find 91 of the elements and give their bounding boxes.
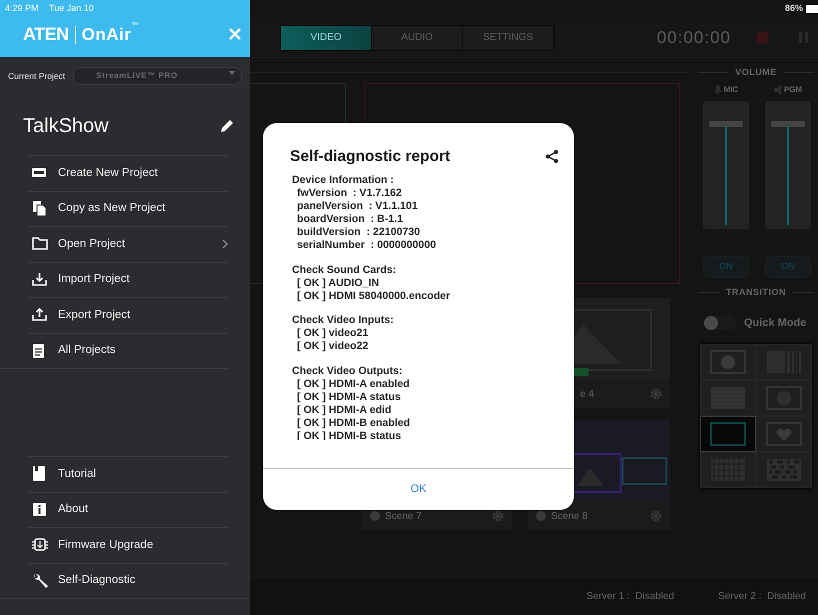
battery-icon [806, 5, 818, 13]
menu-item[interactable]: All Projects [28, 332, 228, 368]
transition-option[interactable] [700, 416, 756, 452]
current-project-label: Current Project [8, 70, 66, 82]
volume-heading: VOLUME [698, 66, 814, 80]
menu-item[interactable]: Create New Project [28, 155, 228, 190]
settings-icon [650, 510, 662, 522]
transition-option[interactable] [700, 380, 756, 416]
microphone-icon [714, 84, 722, 94]
section-heading: Device Information : [292, 174, 395, 188]
close-button[interactable] [228, 27, 242, 41]
transition-option[interactable] [700, 344, 756, 380]
export-icon [32, 307, 48, 324]
settings-icon [650, 388, 662, 400]
report-line: [ OK ] HDMI-A enabled [296, 378, 411, 391]
scene-name: e 4 [580, 388, 595, 402]
menu-item[interactable]: Firmware Upgrade [28, 527, 228, 562]
report-line: fwVersion : V1.7.162 [296, 187, 403, 200]
edit-button[interactable] [220, 119, 234, 133]
menu-item[interactable]: Export Project [28, 297, 228, 332]
menu-item[interactable]: Import Project [28, 262, 228, 297]
chip-icon [32, 537, 48, 554]
report-line: [ OK ] video21 [296, 327, 370, 340]
record-button[interactable] [756, 31, 769, 44]
menu-item[interactable]: Tutorial [28, 456, 228, 492]
close-icon [228, 27, 242, 41]
settings-button[interactable] [492, 510, 504, 522]
book-icon [32, 466, 48, 482]
wrench-icon [32, 572, 48, 589]
speaker-icon [774, 84, 782, 94]
report-line: [ OK ] HDMI 58040000.encoder [296, 290, 452, 302]
menu-item[interactable]: Copy as New Project [28, 190, 228, 226]
fader-track[interactable] [703, 100, 749, 228]
channel-label: PGM [774, 84, 802, 96]
quick-mode-label: Quick Mode [744, 316, 806, 331]
transition-heading: TRANSITION [698, 286, 814, 299]
folder-icon [32, 236, 48, 252]
mode-tab[interactable]: VIDEO [281, 26, 372, 50]
scene-number-icon [370, 511, 380, 521]
section-heading: Check Video Outputs: [292, 365, 404, 378]
scene-name: Scene 7 [385, 510, 423, 524]
quick-mode-toggle[interactable] [704, 316, 736, 330]
server-status: Server 1 : Disabled [586, 590, 674, 604]
menu-item[interactable]: Open Project [28, 226, 228, 262]
fader-handle[interactable] [771, 120, 805, 126]
report-line: boardVersion : B-1.1 [296, 212, 404, 226]
report-line: [ OK ] HDMI-A status [296, 390, 402, 404]
status-time: 4:29 PM [5, 3, 39, 13]
menu-item[interactable]: About [28, 492, 228, 527]
report-line: [ OK ] video22 [296, 340, 370, 354]
channel-label: MIC [714, 84, 738, 96]
section-heading: Check Video Inputs: [292, 314, 395, 328]
battery-level: 86% [784, 2, 803, 16]
record-timer: 00:00:00 [656, 26, 731, 49]
info-icon [32, 502, 48, 518]
section-heading: Check Sound Cards: [292, 264, 398, 277]
settings-button[interactable] [650, 510, 662, 522]
report-line: [ OK ] AUDIO_IN [296, 276, 380, 290]
report-line: [ OK ] HDMI-B enabled [296, 416, 411, 430]
dropdown-icon [229, 70, 235, 76]
dialog-title: Self-diagnostic report [290, 147, 450, 167]
menu-item[interactable]: Self-Diagnostic [28, 562, 228, 598]
server-status: Server 2 : Disabled [718, 590, 806, 604]
report-line: [ OK ] HDMI-A edid [296, 404, 392, 417]
transition-option[interactable] [700, 452, 756, 488]
settings-icon [492, 510, 504, 522]
share-icon [546, 150, 558, 164]
transition-option[interactable] [756, 452, 812, 488]
report-line: buildVersion : 22100730 [296, 226, 422, 239]
fader-handle[interactable] [709, 120, 743, 126]
report-line: panelVersion : V1.1.101 [296, 200, 419, 213]
transition-option[interactable] [756, 416, 812, 452]
transition-option[interactable] [756, 380, 812, 416]
ok-button[interactable]: OK [396, 477, 440, 502]
share-button[interactable] [546, 150, 558, 164]
circle-wipe-icon [710, 350, 746, 374]
fader-track[interactable] [765, 100, 811, 228]
scene-number-icon [536, 511, 546, 521]
heart-wipe-icon [766, 422, 802, 446]
glow-wipe-icon [766, 386, 802, 410]
chevron-right-icon [222, 239, 228, 250]
report-line: serialNumber : 0000000000 [296, 238, 437, 252]
pencil-icon [220, 119, 234, 133]
settings-button[interactable] [650, 388, 662, 400]
copy-icon [32, 200, 48, 217]
rectangle-wipe-icon [710, 422, 746, 446]
status-date: Tue Jan 10 [49, 3, 94, 13]
transition-option[interactable] [756, 344, 812, 380]
project-name: TalkShow [23, 114, 109, 139]
import-icon [32, 272, 48, 288]
scene-name: Scene 8 [551, 510, 589, 524]
